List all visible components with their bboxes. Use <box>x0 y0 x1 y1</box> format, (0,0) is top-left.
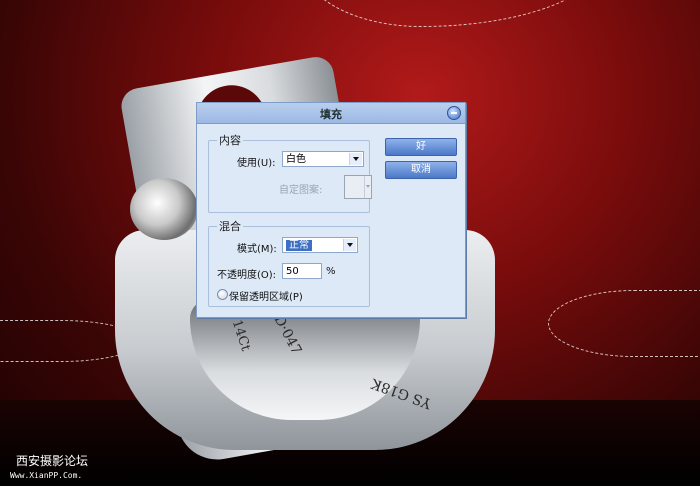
mode-value: 正常 <box>286 240 312 251</box>
dialog-titlebar[interactable]: 填充 <box>197 103 465 124</box>
selection-marquee <box>548 290 700 357</box>
use-dropdown[interactable]: 白色 <box>282 151 364 167</box>
custom-pattern-picker <box>344 175 372 199</box>
ok-button[interactable]: 好 <box>385 138 457 156</box>
chevron-down-icon <box>364 176 371 198</box>
fill-dialog: 填充 内容 使用(U): 白色 自定图案: 混合 模式(M): 正常 不透明度(… <box>196 102 466 318</box>
watermark-url: Www.XianPP.Com. <box>10 471 83 480</box>
close-icon[interactable] <box>447 106 461 120</box>
use-value: 白色 <box>286 154 306 165</box>
chevron-down-icon <box>343 239 356 251</box>
diamond <box>130 178 198 240</box>
preserve-transparency-label[interactable]: 保留透明区域(P) <box>229 288 303 303</box>
selection-marquee <box>300 0 602 27</box>
cancel-button[interactable]: 取消 <box>385 161 457 179</box>
custom-pattern-label: 自定图案: <box>279 185 323 196</box>
opacity-label: 不透明度(O): <box>217 270 277 281</box>
use-label: 使用(U): <box>237 158 276 169</box>
chevron-down-icon <box>349 153 362 165</box>
preserve-transparency-radio[interactable] <box>217 289 228 300</box>
opacity-value: 50 <box>286 266 299 277</box>
opacity-unit: % <box>326 266 336 277</box>
contents-group-title: 内容 <box>217 132 243 148</box>
dialog-title: 填充 <box>320 108 342 121</box>
blending-group-title: 混合 <box>217 218 243 234</box>
opacity-input[interactable]: 50 <box>282 263 322 279</box>
watermark-site-name: 西安摄影论坛 <box>16 454 89 468</box>
mode-dropdown[interactable]: 正常 <box>282 237 358 253</box>
mode-label: 模式(M): <box>237 244 277 255</box>
